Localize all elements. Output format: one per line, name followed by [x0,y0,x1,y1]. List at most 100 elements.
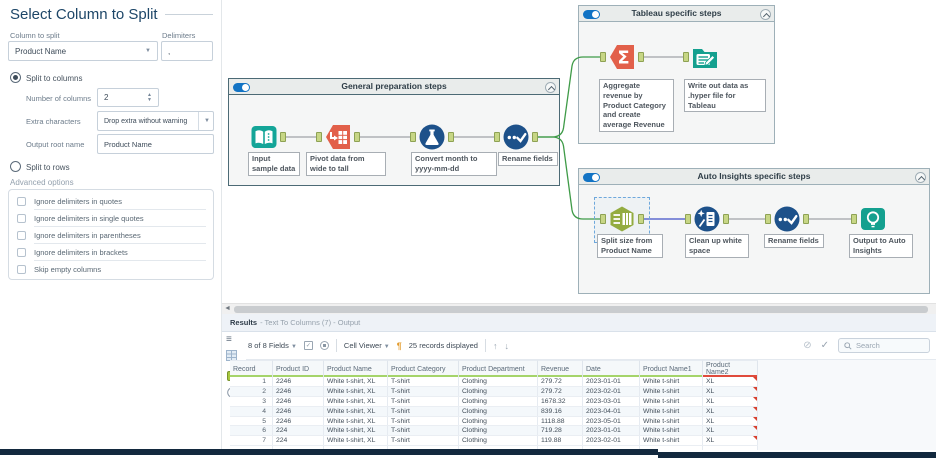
output-anchor[interactable] [638,52,644,62]
table-cell[interactable]: 2023-01-01 [583,426,640,435]
table-cell[interactable]: Clothing [459,436,538,445]
table-cell[interactable]: 119.88 [538,436,583,445]
table-cell[interactable]: White t-shirt [640,436,703,445]
table-cell[interactable]: White t-shirt, XL [324,387,388,396]
tool-pivot-wide-to-tall[interactable] [324,123,352,151]
table-row[interactable]: 22246White t-shirt, XLT-shirtClothing279… [230,387,758,397]
table-cell[interactable]: Clothing [459,426,538,435]
column-header[interactable]: Product Name2 [703,360,758,377]
input-anchor[interactable] [600,214,606,224]
tool-annotation[interactable]: Clean up white space [685,234,749,258]
table-cell[interactable]: White t-shirt, XL [324,377,388,386]
table-cell[interactable]: 279.72 [538,387,583,396]
table-cell[interactable]: White t-shirt, XL [324,426,388,435]
table-cell[interactable]: White t-shirt [640,417,703,426]
tool-cleanse-whitespace[interactable] [693,205,721,233]
column-header[interactable]: Product Department [459,360,538,377]
table-cell[interactable]: XL [703,436,758,445]
tool-output-auto-insights[interactable] [859,205,887,233]
checkbox[interactable] [17,197,26,206]
paragraph-mark-icon[interactable]: ¶ [397,341,402,351]
collapse-container-button[interactable] [760,9,771,20]
container-header[interactable]: General preparation steps [229,79,559,95]
table-cell[interactable]: 1 [230,377,273,386]
extra-characters-dropdown[interactable]: Drop extra without warning ▼ [97,111,214,131]
output-anchor[interactable] [448,132,454,142]
split-to-columns-radio[interactable] [10,72,21,83]
input-anchor[interactable] [685,214,691,224]
table-cell[interactable]: White t-shirt [640,387,703,396]
table-cell[interactable]: XL [703,387,758,396]
table-cell[interactable]: 279.72 [538,377,583,386]
container-enabled-toggle[interactable] [233,83,250,92]
list-view-icon[interactable]: ≡ [226,334,232,345]
table-cell[interactable]: 3 [230,397,273,406]
data-profile-icon[interactable] [320,341,329,350]
table-cell[interactable]: 2023-03-01 [583,397,640,406]
workflow-canvas[interactable]: General preparation steps Tableau specif… [222,0,936,303]
advanced-option-row[interactable]: Ignore delimiters in brackets [17,244,206,261]
table-cell[interactable]: 1118.88 [538,417,583,426]
table-cell[interactable]: 5 [230,417,273,426]
tool-annotation[interactable]: Write out data as .hyper file for Tablea… [684,79,766,112]
input-anchor[interactable] [316,132,322,142]
cell-viewer-dropdown[interactable]: Cell Viewer ▼ [344,341,390,350]
column-to-split-dropdown[interactable]: Product Name ▼ [8,41,158,61]
table-cell[interactable]: Clothing [459,407,538,416]
delimiters-input[interactable]: , [161,41,213,61]
table-cell[interactable]: 2023-02-01 [583,436,640,445]
move-up-icon[interactable]: ↑ [493,341,498,351]
tool-annotation[interactable]: Rename fields [498,152,558,166]
table-row[interactable]: 12246White t-shirt, XLT-shirtClothing279… [230,377,758,387]
table-cell[interactable]: White t-shirt, XL [324,436,388,445]
table-cell[interactable]: T-shirt [388,426,459,435]
input-anchor[interactable] [494,132,500,142]
table-cell[interactable]: 224 [273,426,324,435]
table-cell[interactable]: 2023-04-01 [583,407,640,416]
tool-annotation[interactable]: Split size from Product Name [597,234,663,258]
table-cell[interactable]: T-shirt [388,397,459,406]
tool-annotation[interactable]: Output to Auto Insights [849,234,913,258]
tool-rename-fields-1[interactable] [502,123,530,151]
output-anchor[interactable] [280,132,286,142]
input-anchor[interactable] [765,214,771,224]
tool-annotation[interactable]: Input sample data [248,152,300,176]
table-cell[interactable]: T-shirt [388,436,459,445]
table-cell[interactable]: Clothing [459,377,538,386]
checkbox[interactable] [17,214,26,223]
output-anchor[interactable] [638,214,644,224]
table-cell[interactable]: 7 [230,436,273,445]
checkbox[interactable] [17,248,26,257]
table-row[interactable]: 7224White t-shirt, XLT-shirtClothing119.… [230,436,758,446]
output-anchor[interactable] [803,214,809,224]
move-down-icon[interactable]: ↓ [504,341,509,351]
tool-output-hyper[interactable] [691,43,719,71]
table-cell[interactable]: 2023-02-01 [583,387,640,396]
table-cell[interactable]: White t-shirt [640,377,703,386]
checkbox[interactable] [17,265,26,274]
column-header[interactable]: Product ID [273,360,324,377]
column-header[interactable]: Product Name [324,360,388,377]
container-enabled-toggle[interactable] [583,10,600,19]
scrollbar-thumb[interactable] [234,306,928,313]
no-filter-icon[interactable]: ⊘ [803,340,811,351]
table-cell[interactable]: 839.16 [538,407,583,416]
table-cell[interactable]: 2246 [273,397,324,406]
table-row[interactable]: 42246White t-shirt, XLT-shirtClothing839… [230,407,758,417]
table-cell[interactable]: XL [703,377,758,386]
advanced-option-row[interactable]: Ignore delimiters in parentheses [17,227,206,244]
tool-input-sample-data[interactable] [250,123,278,151]
tool-summarize-revenue[interactable]: Σ [608,43,636,71]
table-cell[interactable]: White t-shirt, XL [324,407,388,416]
table-cell[interactable]: 2023-01-01 [583,377,640,386]
table-cell[interactable]: T-shirt [388,377,459,386]
table-cell[interactable]: XL [703,417,758,426]
table-cell[interactable]: 224 [273,436,324,445]
tool-rename-fields-2[interactable] [773,205,801,233]
canvas-horizontal-scrollbar[interactable]: ◄ [222,303,936,314]
search-input[interactable]: Search [838,338,930,353]
advanced-option-row[interactable]: Ignore delimiters in single quotes [17,210,206,227]
table-cell[interactable]: White t-shirt [640,407,703,416]
table-cell[interactable]: 719.28 [538,426,583,435]
container-enabled-toggle[interactable] [583,173,600,182]
